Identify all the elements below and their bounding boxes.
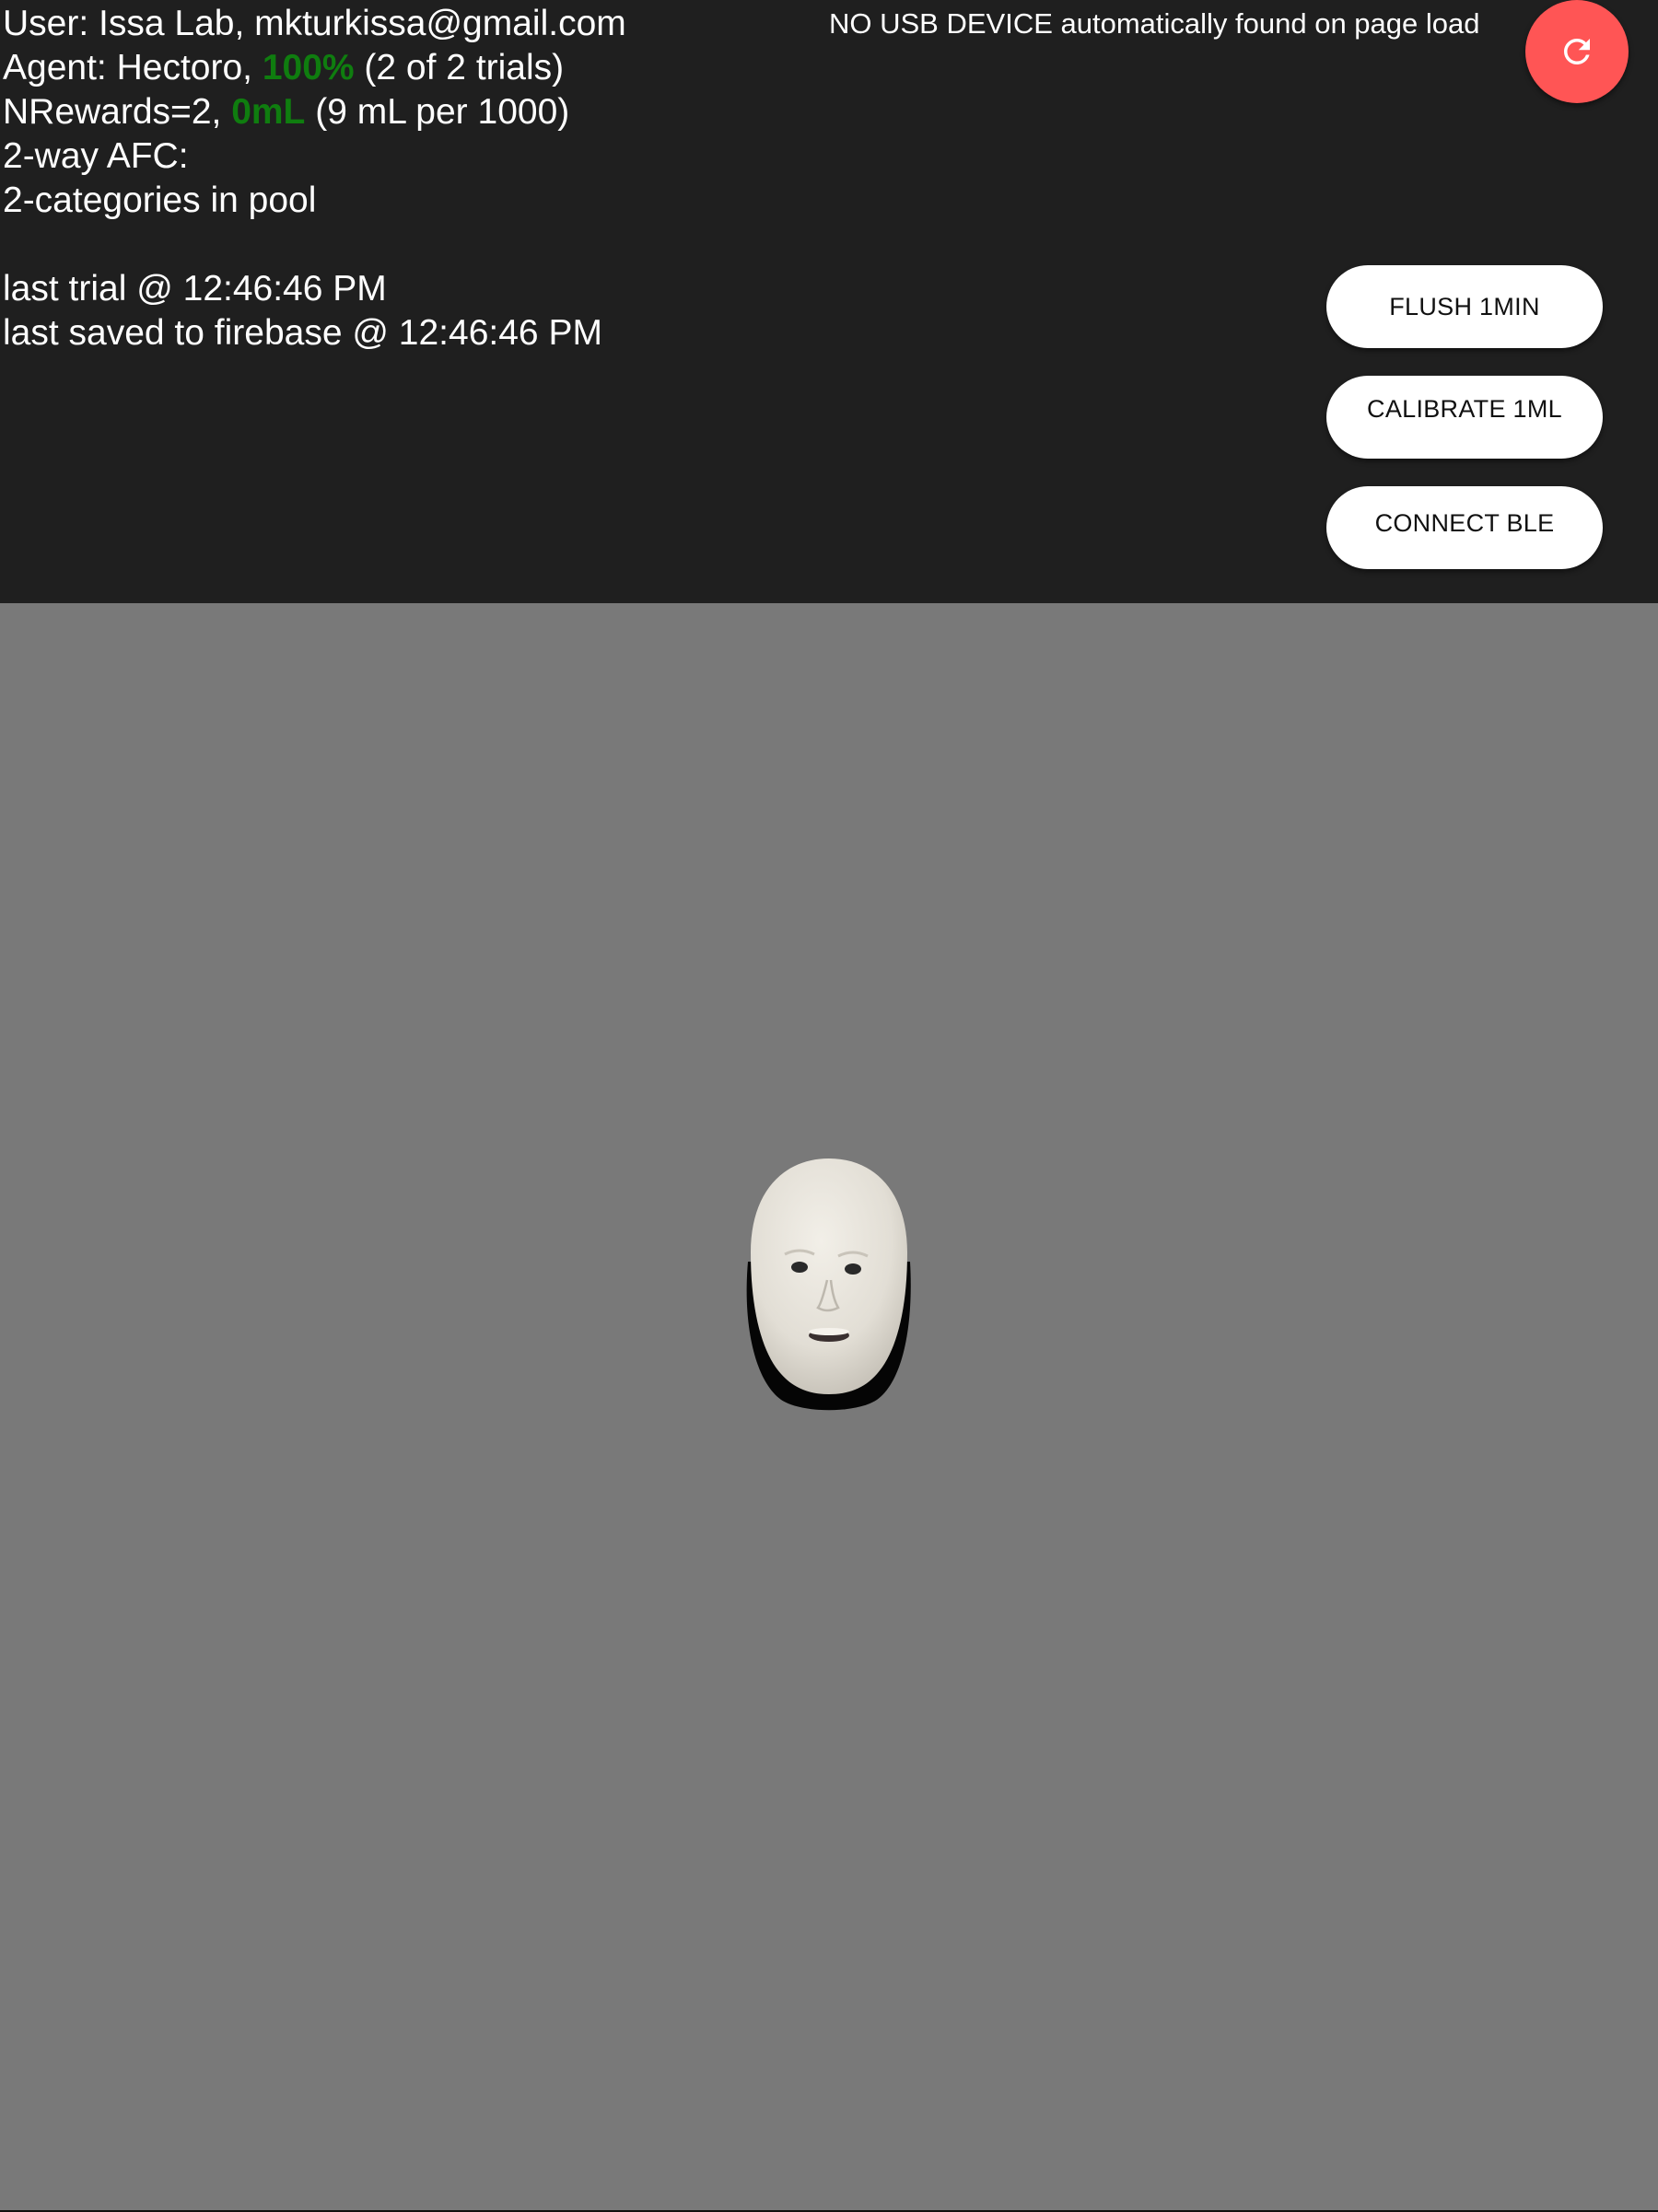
flush-button[interactable]: FLUSH 1MIN: [1326, 265, 1603, 348]
calibrate-button[interactable]: CALIBRATE 1ML: [1326, 376, 1603, 459]
last-saved-line: last saved to firebase @ 12:46:46 PM: [3, 313, 602, 353]
rewards-line: NRewards=2, 0mL (9 mL per 1000): [3, 90, 626, 134]
header-panel: User: Issa Lab, mkturkissa@gmail.com Age…: [0, 0, 1658, 603]
face-stimulus[interactable]: [737, 1151, 921, 1418]
refresh-icon: [1564, 39, 1590, 64]
agent-percent: 100%: [262, 48, 355, 87]
agent-prefix: Agent: Hectoro,: [3, 48, 263, 87]
right-eye: [845, 1263, 861, 1275]
user-line: User: Issa Lab, mkturkissa@gmail.com: [3, 4, 626, 43]
refresh-button[interactable]: [1525, 0, 1629, 103]
connect-ble-button-label: CONNECT BLE: [1374, 508, 1555, 537]
flush-button-label: FLUSH 1MIN: [1389, 292, 1540, 320]
upper-lip: [809, 1328, 849, 1335]
usb-status-text: NO USB DEVICE automatically found on pag…: [829, 7, 1480, 40]
session-info: User: Issa Lab, mkturkissa@gmail.com Age…: [3, 2, 626, 355]
rewards-prefix: NRewards=2,: [3, 92, 232, 132]
left-eye: [791, 1262, 808, 1273]
last-trial-line: last trial @ 12:46:46 PM: [3, 269, 387, 309]
head-skin: [751, 1158, 907, 1394]
agent-line: Agent: Hectoro, 100% (2 of 2 trials): [3, 46, 626, 90]
calibrate-button-label: CALIBRATE 1ML: [1367, 394, 1562, 423]
rewards-volume: 0mL: [231, 92, 306, 132]
rewards-suffix: (9 mL per 1000): [305, 92, 570, 132]
connect-ble-button[interactable]: CONNECT BLE: [1326, 486, 1603, 569]
pool-line: 2-categories in pool: [3, 180, 317, 220]
task-line: 2-way AFC:: [3, 136, 189, 176]
agent-suffix: (2 of 2 trials): [354, 48, 565, 87]
